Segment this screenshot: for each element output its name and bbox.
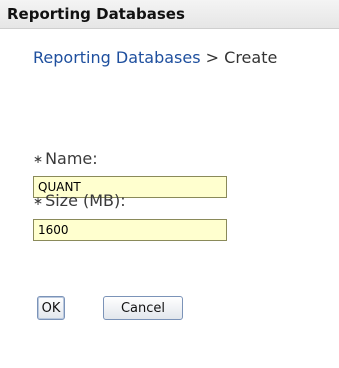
dialog-frame: Reporting Databases Reporting Databases … bbox=[0, 0, 339, 368]
size-field-label: ∗ Size (MB): bbox=[33, 191, 126, 210]
breadcrumb-current: Create bbox=[224, 48, 278, 67]
breadcrumb-link-reporting-databases[interactable]: Reporting Databases bbox=[33, 48, 201, 67]
breadcrumb: Reporting Databases > Create bbox=[33, 48, 277, 67]
required-marker: ∗ bbox=[33, 152, 44, 166]
name-field-label: ∗ Name: bbox=[33, 149, 98, 168]
size-label-text: Size (MB): bbox=[45, 191, 126, 210]
cancel-button[interactable]: Cancel bbox=[103, 296, 183, 320]
ok-button[interactable]: OK bbox=[37, 296, 65, 320]
name-label-text: Name: bbox=[45, 149, 98, 168]
breadcrumb-separator: > bbox=[205, 48, 220, 67]
required-marker: ∗ bbox=[33, 194, 44, 208]
size-input[interactable] bbox=[33, 219, 227, 241]
window-title: Reporting Databases bbox=[7, 5, 185, 23]
title-bar: Reporting Databases bbox=[0, 0, 339, 29]
